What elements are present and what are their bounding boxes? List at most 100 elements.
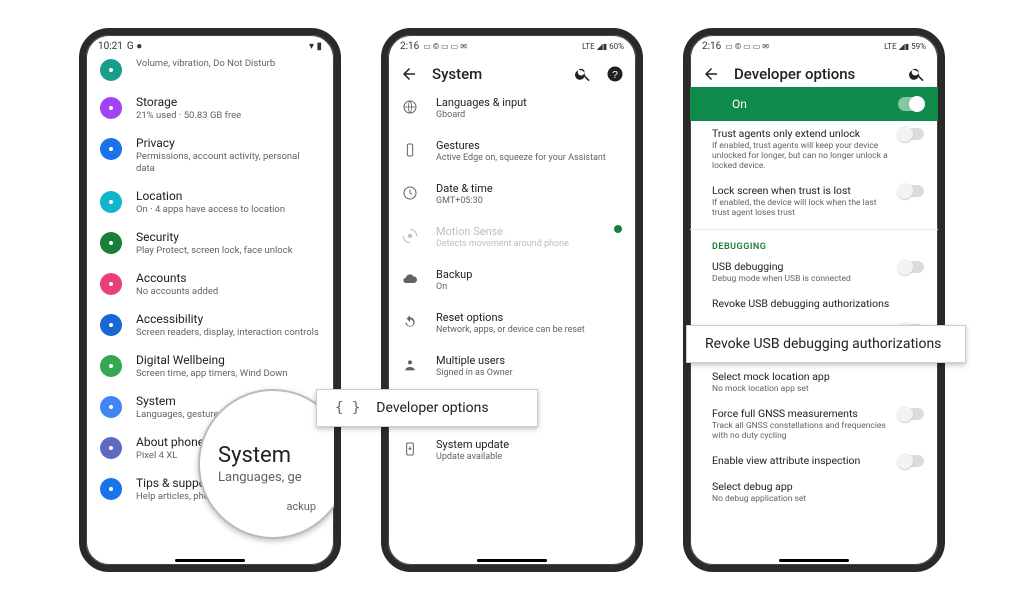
status-left-icons: ▭ © ▭ ▭ ✉: [725, 42, 769, 51]
phone-system: 2:16 ▭ © ▭ ▭ ✉ LTE ◢▮ 60% System ? Langu…: [381, 28, 643, 572]
users-icon: [402, 357, 418, 377]
app-bar: Developer options: [690, 57, 938, 87]
help-icon[interactable]: ?: [606, 65, 624, 83]
nav-pill[interactable]: [175, 559, 245, 562]
toggle-icon[interactable]: [898, 455, 924, 467]
status-time: 2:16: [702, 41, 721, 52]
motion-icon: [402, 228, 418, 248]
settings-row-sound[interactable]: Volume, vibration, Do Not Disturb: [86, 57, 334, 88]
row-sub: If enabled, trust agents will keep your …: [712, 141, 888, 171]
toggle-icon[interactable]: [898, 185, 924, 197]
row-icon: [100, 97, 122, 119]
status-bar: 2:16 ▭ © ▭ ▭ ✉ LTE ◢▮ 60%: [388, 35, 636, 57]
row-sub: On · 4 apps have access to location: [136, 204, 320, 216]
settings-row-security[interactable]: SecurityPlay Protect, screen lock, face …: [86, 223, 334, 264]
phone-settings: 10:21 G ● ▾ ▮ Volume, vibration, Do Not …: [79, 28, 341, 572]
dev-row-enable-view-attribute-inspecti[interactable]: Enable view attribute inspection: [690, 448, 938, 474]
nav-pill[interactable]: [779, 559, 849, 562]
status-bar: 2:16 ▭ © ▭ ▭ ✉ LTE ◢▮ 59%: [690, 35, 938, 57]
settings-row-accounts[interactable]: AccountsNo accounts added: [86, 264, 334, 305]
row-title: System update: [436, 438, 622, 451]
row-title: Gestures: [436, 139, 622, 152]
magnifier-title: System: [218, 444, 341, 468]
row-icon: [100, 437, 122, 459]
row-icon: [100, 478, 122, 500]
dev-row-usb-debugging[interactable]: USB debuggingDebug mode when USB is conn…: [690, 254, 938, 291]
settings-row-storage[interactable]: Storage21% used · 50.83 GB free: [86, 88, 334, 129]
row-sub: No accounts added: [136, 286, 320, 298]
settings-row-digital-wellbeing[interactable]: Digital WellbeingScreen time, app timers…: [86, 346, 334, 387]
row-title: Digital Wellbeing: [136, 353, 320, 367]
row-icon: [100, 314, 122, 336]
toggle-icon[interactable]: [898, 408, 924, 420]
row-title: Revoke USB debugging authorizations: [712, 298, 924, 310]
row-sub: Detects movement around phone: [436, 239, 596, 250]
row-title: Languages & input: [436, 96, 622, 109]
row-title: Accounts: [136, 271, 320, 285]
back-icon[interactable]: [702, 65, 720, 83]
cloud-icon: [402, 271, 418, 291]
row-title: Lock screen when trust is lost: [712, 185, 888, 197]
search-icon[interactable]: [574, 65, 592, 83]
status-time: 2:16: [400, 41, 419, 52]
system-row-multiple-users[interactable]: Multiple usersSigned in as Owner: [388, 345, 636, 388]
settings-row-accessibility[interactable]: AccessibilityScreen readers, display, in…: [86, 305, 334, 346]
row-icon: [100, 273, 122, 295]
row-sub: Active Edge on, squeeze for your Assista…: [436, 153, 622, 164]
toggle-icon[interactable]: [898, 261, 924, 273]
page-title: System: [432, 65, 560, 83]
row-title: Accessibility: [136, 312, 320, 326]
dev-row-revoke-usb-debugging-authoriza[interactable]: Revoke USB debugging authorizations: [690, 291, 938, 317]
search-icon[interactable]: [908, 65, 926, 83]
row-title: Select mock location app: [712, 371, 924, 383]
system-row-backup[interactable]: BackupOn: [388, 259, 636, 302]
info-badge-icon[interactable]: [614, 225, 622, 233]
toggle-icon[interactable]: [898, 128, 924, 140]
row-title: Storage: [136, 95, 320, 109]
section-label: DEBUGGING: [690, 234, 938, 254]
row-sub: No debug application set: [712, 494, 924, 504]
row-title: Backup: [436, 268, 622, 281]
master-toggle-row[interactable]: On: [690, 87, 938, 121]
status-right-icons: LTE ◢▮ 60%: [582, 42, 624, 51]
system-row-languages-input[interactable]: Languages & inputGboard: [388, 87, 636, 130]
callout-developer-options: { } Developer options: [316, 389, 538, 427]
app-bar: System ?: [388, 57, 636, 87]
row-sub: Update available: [436, 452, 622, 463]
row-sub: Volume, vibration, Do Not Disturb: [136, 58, 320, 70]
row-title: Privacy: [136, 136, 320, 150]
code-braces-icon: { }: [335, 400, 360, 416]
dev-row-select-mock-location-app[interactable]: Select mock location appNo mock location…: [690, 364, 938, 401]
row-icon: [100, 59, 122, 81]
row-icon: [100, 355, 122, 377]
row-sub: 21% used · 50.83 GB free: [136, 110, 320, 122]
system-row-gestures[interactable]: GesturesActive Edge on, squeeze for your…: [388, 130, 636, 173]
system-row-date-time[interactable]: Date & timeGMT+05:30: [388, 173, 636, 216]
nav-pill[interactable]: [477, 559, 547, 562]
dev-row-select-debug-app[interactable]: Select debug appNo debug application set: [690, 474, 938, 511]
row-sub: On: [436, 282, 622, 293]
update-icon: [402, 441, 418, 461]
status-bar: 10:21 G ● ▾ ▮: [86, 35, 334, 57]
row-icon: [100, 191, 122, 213]
row-title: USB debugging: [712, 261, 888, 273]
system-row-system-update[interactable]: System updateUpdate available: [388, 429, 636, 472]
row-sub: Signed in as Owner: [436, 368, 622, 379]
system-row-reset-options[interactable]: Reset optionsNetwork, apps, or device ca…: [388, 302, 636, 345]
back-icon[interactable]: [400, 65, 418, 83]
row-sub: Permissions, account activity, personal …: [136, 151, 320, 175]
status-right-icons: LTE ◢▮ 59%: [884, 42, 926, 51]
row-title: Reset options: [436, 311, 622, 324]
settings-row-location[interactable]: LocationOn · 4 apps have access to locat…: [86, 182, 334, 223]
callout-label: Revoke USB debugging authorizations: [705, 336, 941, 352]
row-sub: Screen time, app timers, Wind Down: [136, 368, 320, 380]
dev-row-lock-screen-when-trust-is-lost[interactable]: Lock screen when trust is lostIf enabled…: [690, 178, 938, 225]
dev-row-force-full-gnss-measurements[interactable]: Force full GNSS measurementsTrack all GN…: [690, 401, 938, 448]
callout-revoke-usb: Revoke USB debugging authorizations: [686, 325, 966, 363]
reset-icon: [402, 314, 418, 334]
toggle-on-icon[interactable]: [898, 97, 924, 111]
settings-row-privacy[interactable]: PrivacyPermissions, account activity, pe…: [86, 129, 334, 182]
row-sub: Screen readers, display, interaction con…: [136, 327, 320, 339]
dev-row-trust-agents-only-extend-unloc[interactable]: Trust agents only extend unlockIf enable…: [690, 121, 938, 178]
row-icon: [100, 396, 122, 418]
